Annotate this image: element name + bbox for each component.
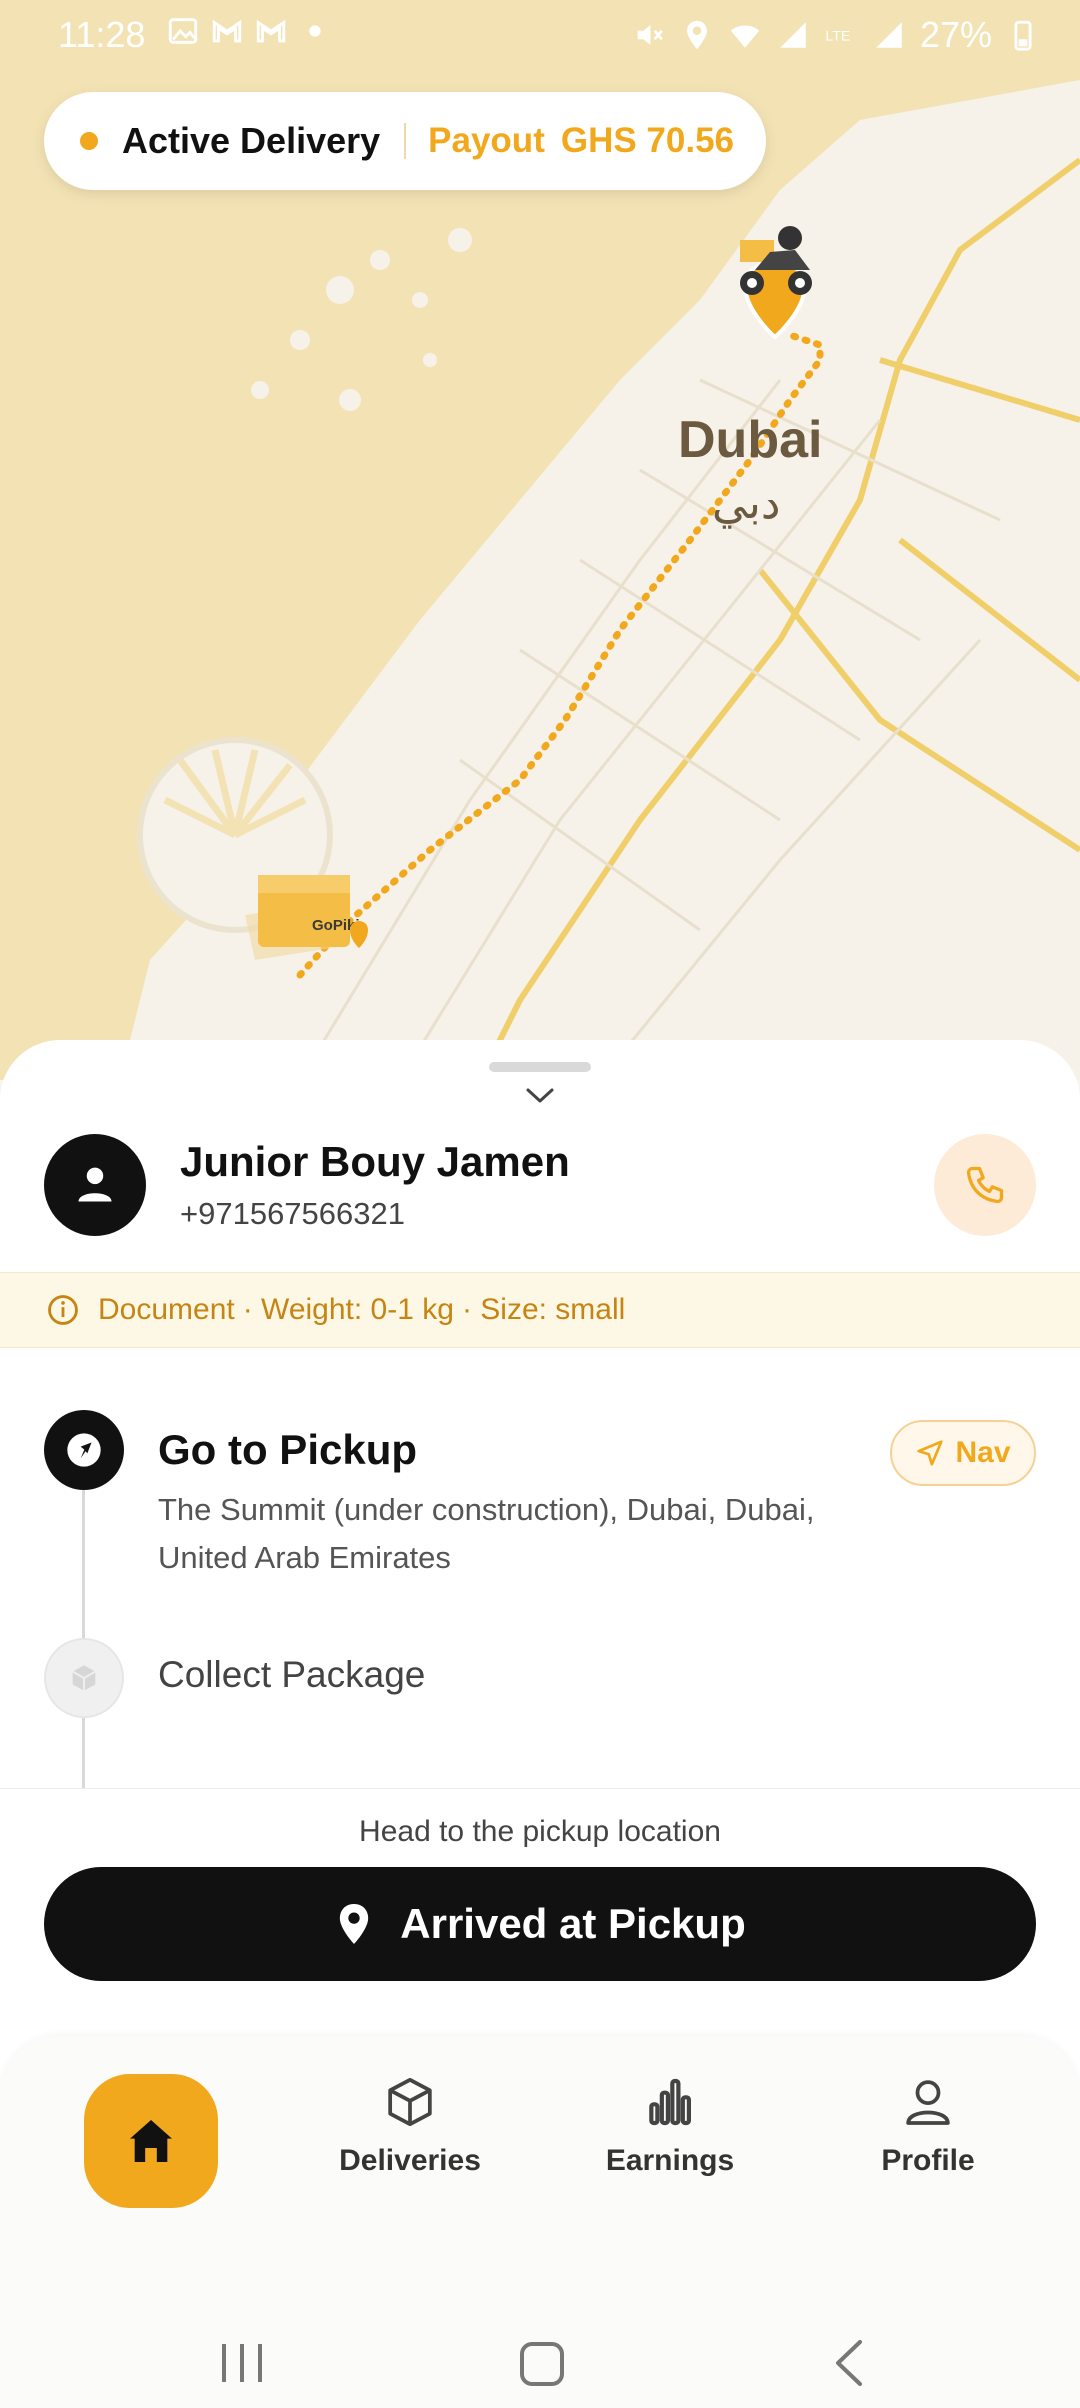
tab-home[interactable] xyxy=(84,2074,218,2208)
user-icon xyxy=(78,1167,112,1202)
package-type: Document xyxy=(98,1293,235,1326)
map-city-label-arabic: دبي xyxy=(712,478,781,529)
gallery-icon xyxy=(168,18,198,44)
home-system-icon xyxy=(520,2342,564,2386)
arrived-at-pickup-label: Arrived at Pickup xyxy=(400,1900,746,1947)
mute-icon xyxy=(637,25,663,45)
action-hint: Head to the pickup location xyxy=(359,1815,721,1848)
status-time: 11:28 xyxy=(58,14,146,55)
phone-icon xyxy=(966,1166,1004,1204)
svg-text:LTE: LTE xyxy=(825,29,850,45)
system-navigation-bar xyxy=(222,2340,862,2386)
step-pickup-marker xyxy=(44,1410,124,1490)
navigation-icon xyxy=(917,1440,944,1466)
dot-icon xyxy=(309,25,321,37)
step-title-pickup: Go to Pickup xyxy=(158,1426,418,1473)
customer-name: Junior Bouy Jamen xyxy=(180,1138,570,1185)
step-collect-marker xyxy=(44,1638,124,1718)
delivery-steps: Go to Pickup The Summit (under construct… xyxy=(0,1348,1080,1828)
package-icon xyxy=(72,1665,96,1691)
payout-amount: GHS 70.56 xyxy=(560,121,735,160)
call-button[interactable] xyxy=(934,1134,1036,1236)
navigation-arrow-icon xyxy=(67,1433,101,1467)
signal-icon xyxy=(780,22,806,48)
chevron-down-icon[interactable] xyxy=(524,1086,556,1106)
map-pin-icon xyxy=(340,1904,369,1944)
sheet-drag-handle[interactable] xyxy=(489,1062,591,1072)
package-info-bar: Document · Weight: 0-1 kg · Size: small xyxy=(0,1272,1080,1348)
system-icons: LTE 27% xyxy=(632,14,1040,56)
package-weight: · Weight: 0-1 kg xyxy=(242,1293,454,1326)
step-title-collect: Collect Package xyxy=(158,1654,426,1695)
tab-profile[interactable]: Profile xyxy=(838,2074,1018,2214)
delivery-status: Active Delivery xyxy=(122,120,381,161)
customer-phone: +971567566321 xyxy=(180,1196,405,1231)
map-city-label: Dubai xyxy=(678,411,823,469)
info-icon xyxy=(48,1295,78,1325)
customer-card: Junior Bouy Jamen +971567566321 xyxy=(44,1134,1036,1238)
avatar xyxy=(44,1134,146,1236)
active-delivery-pill[interactable]: Active Delivery Payout GHS 70.56 xyxy=(44,92,766,190)
wifi-icon xyxy=(730,25,760,48)
back-icon xyxy=(836,2340,862,2386)
user-icon xyxy=(906,2080,950,2125)
home-icon xyxy=(130,2120,172,2162)
package-size: · Size: small xyxy=(461,1293,626,1326)
tab-deliveries-label: Deliveries xyxy=(339,2144,481,2177)
status-bar: 11:28 LTE 27% xyxy=(0,0,1080,70)
arrived-at-pickup-button[interactable]: Arrived at Pickup xyxy=(44,1867,1036,1981)
bar-chart-icon xyxy=(649,2078,691,2126)
battery-icon xyxy=(1014,20,1032,51)
step-connector xyxy=(82,1490,85,1638)
tab-deliveries[interactable]: Deliveries xyxy=(320,2074,500,2214)
notification-icons xyxy=(166,14,332,48)
payout-label: Payout xyxy=(428,121,545,160)
recent-apps-icon xyxy=(222,2344,262,2382)
tab-profile-label: Profile xyxy=(881,2144,975,2177)
status-dot xyxy=(80,132,98,150)
gmail-icon xyxy=(256,19,286,43)
location-icon xyxy=(687,20,707,50)
gmail-icon xyxy=(212,19,242,43)
nav-button-label: Nav xyxy=(955,1436,1011,1469)
volte-icon: LTE xyxy=(825,29,850,45)
tab-earnings-label: Earnings xyxy=(605,2144,735,2177)
pickup-address: The Summit (under construction), Dubai, … xyxy=(158,1492,815,1575)
tab-earnings[interactable]: Earnings xyxy=(580,2074,760,2214)
divider xyxy=(404,123,407,159)
box-icon xyxy=(388,2077,432,2127)
signal-icon xyxy=(876,22,902,48)
nav-button[interactable]: Nav xyxy=(890,1420,1036,1486)
bottom-navigation: Deliveries Earnings Profile xyxy=(0,2036,1080,2408)
battery-percent: 27% xyxy=(919,14,992,55)
